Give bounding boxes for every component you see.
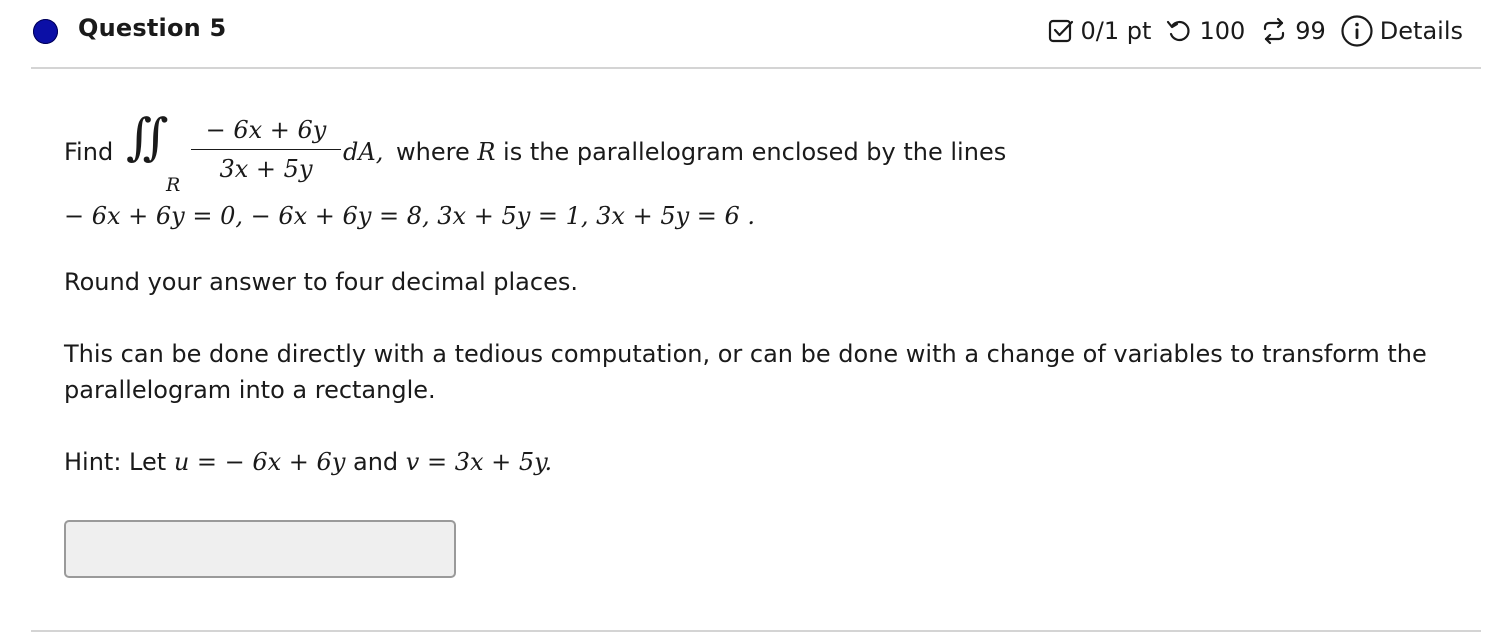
differential-da: dA, <box>343 138 384 166</box>
hint-v-substitution: v = 3x + 5y. <box>405 448 553 476</box>
answer-input[interactable] <box>64 520 456 578</box>
footer-divider <box>31 630 1481 632</box>
points-indicator: 0/1 pt <box>1047 17 1152 45</box>
method-note: This can be done directly with a tedious… <box>64 340 1427 404</box>
question-title: Question 5 <box>78 14 227 42</box>
region-description: where R is the parallelogram enclosed by… <box>396 138 1007 166</box>
undo-icon <box>1165 17 1193 45</box>
hint-u-substitution: u = − 6x + 6y <box>173 448 346 476</box>
header-divider <box>31 67 1481 69</box>
find-label: Find <box>64 138 114 166</box>
details-link[interactable]: Details <box>1340 14 1463 48</box>
points-text: 0/1 pt <box>1080 17 1152 45</box>
hint: Hint: Let u = − 6x + 6y and v = 3x + 5y. <box>64 444 552 480</box>
retry-icon <box>1259 17 1289 45</box>
retries-indicator: 99 <box>1259 17 1326 45</box>
integrand-denominator: 3x + 5y <box>219 155 313 183</box>
question-status-dot <box>33 19 58 44</box>
checkbox-icon <box>1047 17 1075 45</box>
hint-label: Hint: Let <box>64 448 174 476</box>
question-meta: 0/1 pt 100 99 Details <box>1047 14 1463 48</box>
integrand-numerator: − 6x + 6y <box>205 116 327 144</box>
integrand-fraction: − 6x + 6y 3x + 5y <box>191 114 341 185</box>
details-label: Details <box>1379 17 1463 45</box>
attempts-count: 100 <box>1199 17 1246 45</box>
rounding-instruction: Round your answer to four decimal places… <box>64 268 578 296</box>
retries-count: 99 <box>1295 17 1326 45</box>
integral-region-subscript: R <box>166 174 181 196</box>
fraction-bar <box>191 149 341 150</box>
boundary-lines-equations: − 6x + 6y = 0, − 6x + 6y = 8, 3x + 5y = … <box>64 202 756 230</box>
double-integral-symbol: ∬ <box>126 108 168 166</box>
hint-and: and <box>345 448 406 476</box>
question-header: Question 5 0/1 pt 100 99 Details <box>0 0 1485 68</box>
region-variable: R <box>477 138 496 166</box>
attempts-indicator: 100 <box>1165 17 1245 45</box>
info-icon <box>1340 14 1374 48</box>
